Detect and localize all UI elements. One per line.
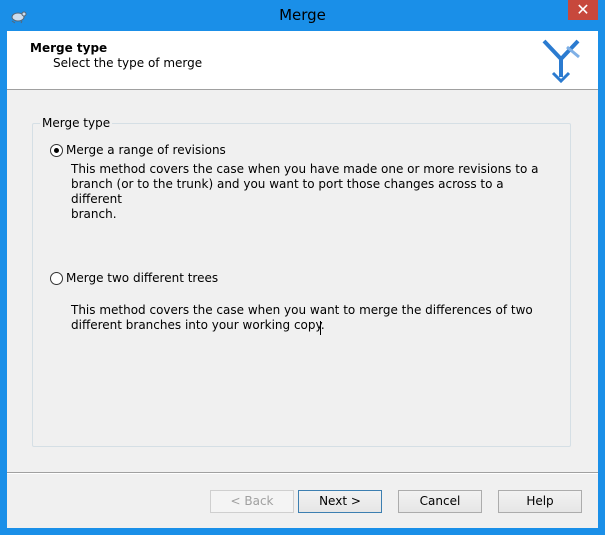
help-button[interactable]: Help: [498, 490, 582, 513]
header-subtitle: Select the type of merge: [53, 56, 203, 70]
window-title: Merge: [279, 6, 326, 24]
radio-selected-dot: [54, 148, 59, 153]
wizard-header: Merge type Select the type of merge: [7, 31, 598, 90]
desc-line: branch.: [71, 207, 117, 221]
back-button[interactable]: < Back: [210, 490, 294, 513]
dialog-client: Merge type Select the type of merge Merg…: [7, 31, 598, 528]
title-bar[interactable]: Merge ✕: [0, 0, 605, 31]
next-button[interactable]: Next >: [298, 490, 382, 513]
cancel-button[interactable]: Cancel: [398, 490, 482, 513]
header-title: Merge type: [30, 41, 108, 55]
option-trees-desc: This method covers the case when you wan…: [71, 303, 551, 333]
text-caret: [320, 321, 321, 335]
option-range-desc: This method covers the case when you hav…: [71, 162, 551, 222]
merge-dialog: Merge ✕ Merge type Select the type of me…: [0, 0, 605, 535]
desc-line: branch (or to the trunk) and you want to…: [71, 177, 504, 206]
radio-range-revisions[interactable]: [50, 144, 63, 157]
option-trees-label[interactable]: Merge two different trees: [66, 271, 218, 285]
separator-highlight: [7, 473, 598, 474]
desc-line: different branches into your working cop…: [71, 318, 325, 332]
desc-line: This method covers the case when you hav…: [71, 162, 539, 176]
close-button[interactable]: ✕: [568, 0, 598, 20]
option-range-label[interactable]: Merge a range of revisions: [66, 143, 226, 157]
group-legend: Merge type: [40, 116, 113, 130]
merge-logo-icon: [542, 39, 580, 84]
desc-line: This method covers the case when you wan…: [71, 303, 533, 317]
radio-two-trees[interactable]: [50, 272, 63, 285]
